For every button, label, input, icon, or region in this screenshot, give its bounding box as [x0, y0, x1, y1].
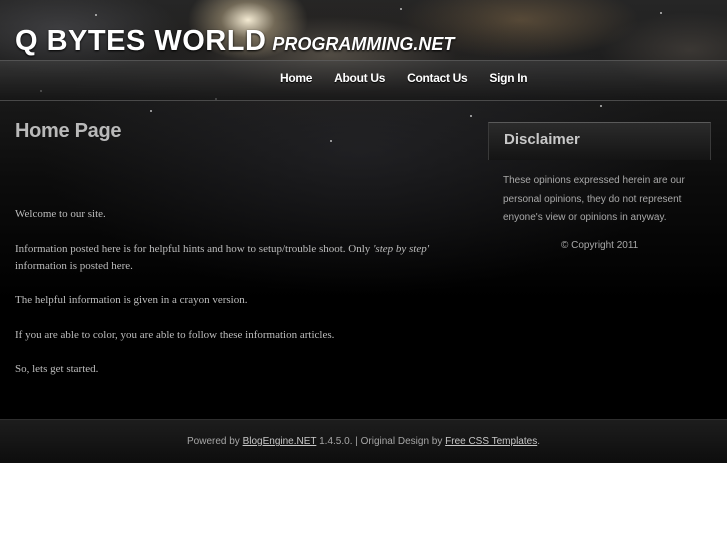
footer-version-text: 1.4.5.0. | Original Design by: [316, 436, 446, 447]
copyright-text: © Copyright 2011: [561, 239, 639, 251]
site-logo[interactable]: Q BYTES WORLD PROGRAMMING.NET: [15, 25, 454, 58]
paragraph-crayon: The helpful information is given in a cr…: [15, 294, 248, 306]
logo-subtitle: PROGRAMMING.NET: [272, 34, 455, 54]
page-title: Home Page: [15, 120, 122, 142]
site-container: Q BYTES WORLD PROGRAMMING.NET Home About …: [0, 0, 727, 463]
paragraph-information: Information posted here is for helpful h…: [15, 241, 480, 275]
paragraph-text: information is posted here.: [15, 259, 133, 272]
disclaimer-text: These opinions expressed herein are our …: [503, 175, 685, 223]
nav-contact-us-link[interactable]: Contact Us: [396, 61, 478, 100]
nav-about-us-link[interactable]: About Us: [323, 61, 396, 100]
nav-sign-in-link[interactable]: Sign In: [478, 61, 538, 100]
free-css-templates-link[interactable]: Free CSS Templates: [445, 436, 537, 447]
disclaimer-title: Disclaimer: [504, 131, 580, 148]
main-nav-bar: Home About Us Contact Us Sign In: [0, 60, 727, 101]
nav-menu: Home About Us Contact Us Sign In: [269, 61, 538, 100]
paragraph-text: Information posted here is for helpful h…: [15, 242, 374, 255]
sidebar: Disclaimer These opinions expressed here…: [488, 122, 711, 251]
footer: Powered by BlogEngine.NET 1.4.5.0. | Ori…: [0, 419, 727, 463]
footer-end-text: .: [537, 436, 540, 447]
main-content: Home Page Welcome to our site. Informati…: [15, 120, 475, 375]
logo-title: Q BYTES WORLD: [15, 25, 267, 57]
blogengine-link[interactable]: BlogEngine.NET: [243, 436, 317, 447]
paragraph-welcome: Welcome to our site.: [15, 208, 106, 220]
post-body: Welcome to our site. Information posted …: [15, 206, 480, 396]
nav-home-link[interactable]: Home: [269, 61, 323, 100]
footer-powered-text: Powered by: [187, 436, 243, 447]
paragraph-color: If you are able to color, you are able t…: [15, 328, 335, 341]
step-by-step-emphasis: 'step by step': [373, 242, 430, 255]
paragraph-started: So, lets get started.: [15, 363, 99, 375]
disclaimer-header: Disclaimer: [488, 122, 711, 160]
